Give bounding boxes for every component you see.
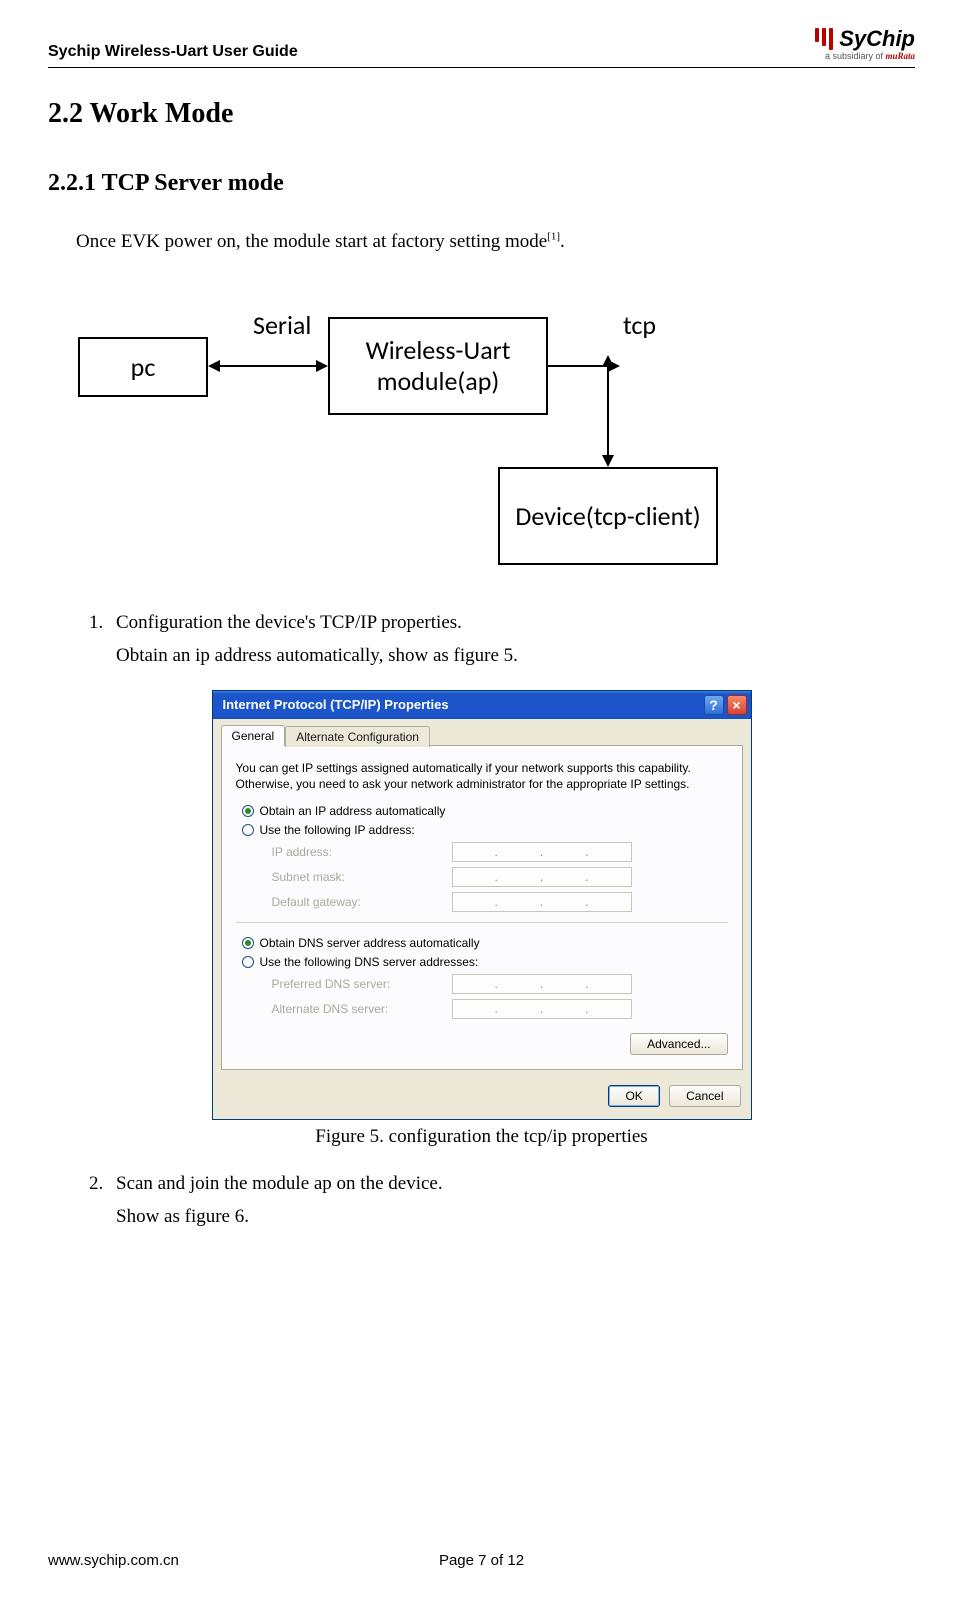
dialog-description: You can get IP settings assigned automat…: [236, 760, 728, 792]
arrow-serial-left: [208, 360, 220, 372]
label-default-gateway: Default gateway:: [272, 895, 452, 909]
arrow-tcp-v-down: [602, 455, 614, 467]
input-default-gateway: ...: [452, 892, 632, 912]
input-alternate-dns: ...: [452, 999, 632, 1019]
dialog-titlebar: Internet Protocol (TCP/IP) Properties ? …: [213, 691, 751, 719]
label-preferred-dns: Preferred DNS server:: [272, 977, 452, 991]
dialog-panel: You can get IP settings assigned automat…: [221, 745, 743, 1070]
radio-icon: [242, 805, 254, 817]
label-ip-address: IP address:: [272, 845, 452, 859]
step-1-line-b: Obtain an ip address automatically, show…: [116, 640, 915, 672]
footer-url: www.sychip.com.cn: [48, 1552, 179, 1569]
logo-sub-brand: muRata: [885, 51, 915, 61]
page-header: Sychip Wireless-Uart User Guide SyChip a…: [48, 28, 915, 68]
radio-use-dns-label: Use the following DNS server addresses:: [260, 955, 479, 969]
tab-general[interactable]: General: [221, 725, 286, 746]
intro-paragraph: Once EVK power on, the module start at f…: [76, 227, 915, 257]
diagram-box-device: Device(tcp-client): [498, 467, 718, 565]
arrow-tcp-v-up: [602, 355, 614, 367]
steps-list-2: Scan and join the module ap on the devic…: [78, 1168, 915, 1233]
section-heading: 2.2 Work Mode: [48, 98, 915, 130]
radio-obtain-ip-label: Obtain an IP address automatically: [260, 804, 446, 818]
logo: SyChip a subsidiary of muRata: [815, 28, 915, 61]
label-subnet-mask: Subnet mask:: [272, 870, 452, 884]
figure-5-caption: Figure 5. configuration the tcp/ip prope…: [48, 1126, 915, 1148]
diagram-label-tcp: tcp: [623, 309, 656, 341]
diagram-box-pc: pc: [78, 337, 208, 397]
advanced-button[interactable]: Advanced...: [630, 1033, 727, 1055]
subsection-heading: 2.2.1 TCP Server mode: [48, 170, 915, 197]
footer-page-number: Page 7 of 12: [439, 1552, 524, 1569]
radio-obtain-dns[interactable]: Obtain DNS server address automatically: [242, 936, 728, 950]
radio-icon: [242, 824, 254, 836]
input-ip-address: ...: [452, 842, 632, 862]
radio-use-ip-label: Use the following IP address:: [260, 823, 415, 837]
arrow-serial-right: [316, 360, 328, 372]
radio-use-dns[interactable]: Use the following DNS server addresses:: [242, 955, 728, 969]
arrow-serial-line: [220, 365, 316, 367]
input-subnet-mask: ...: [452, 867, 632, 887]
dialog-title: Internet Protocol (TCP/IP) Properties: [223, 697, 449, 712]
step-2-line-b: Show as figure 6.: [116, 1201, 915, 1233]
radio-obtain-ip[interactable]: Obtain an IP address automatically: [242, 804, 728, 818]
doc-title: Sychip Wireless-Uart User Guide: [48, 43, 298, 61]
tcpip-properties-dialog: Internet Protocol (TCP/IP) Properties ? …: [212, 690, 752, 1120]
help-icon[interactable]: ?: [704, 695, 724, 715]
architecture-diagram: pc Serial Wireless-Uart module(ap) tcp D…: [68, 297, 895, 567]
page-footer: www.sychip.com.cn Page 7 of 12: [48, 1552, 915, 1569]
diagram-label-serial: Serial: [253, 309, 311, 341]
cancel-button[interactable]: Cancel: [669, 1085, 740, 1107]
step-2: Scan and join the module ap on the devic…: [108, 1168, 915, 1233]
radio-icon: [242, 937, 254, 949]
intro-text: Once EVK power on, the module start at f…: [76, 231, 547, 252]
logo-bars-icon: [815, 28, 833, 50]
logo-sub-prefix: a subsidiary of: [825, 51, 886, 61]
close-icon[interactable]: ×: [727, 695, 747, 715]
logo-text: SyChip: [839, 28, 915, 50]
step-1-line-a: Configuration the device's TCP/IP proper…: [116, 607, 915, 639]
arrow-tcp-v: [607, 367, 609, 455]
tab-alternate-config[interactable]: Alternate Configuration: [285, 726, 430, 747]
step-1: Configuration the device's TCP/IP proper…: [108, 607, 915, 672]
radio-use-ip[interactable]: Use the following IP address:: [242, 823, 728, 837]
step-2-line-a: Scan and join the module ap on the devic…: [116, 1168, 915, 1200]
radio-icon: [242, 956, 254, 968]
dialog-tabs: General Alternate Configuration: [213, 719, 751, 746]
steps-list-1: Configuration the device's TCP/IP proper…: [78, 607, 915, 672]
diagram-box-module: Wireless-Uart module(ap): [328, 317, 548, 415]
label-alternate-dns: Alternate DNS server:: [272, 1002, 452, 1016]
ok-button[interactable]: OK: [608, 1085, 659, 1107]
radio-obtain-dns-label: Obtain DNS server address automatically: [260, 936, 480, 950]
input-preferred-dns: ...: [452, 974, 632, 994]
footnote-ref: [1]: [547, 231, 560, 243]
arrow-tcp-h: [548, 365, 608, 367]
intro-period: .: [560, 231, 565, 252]
